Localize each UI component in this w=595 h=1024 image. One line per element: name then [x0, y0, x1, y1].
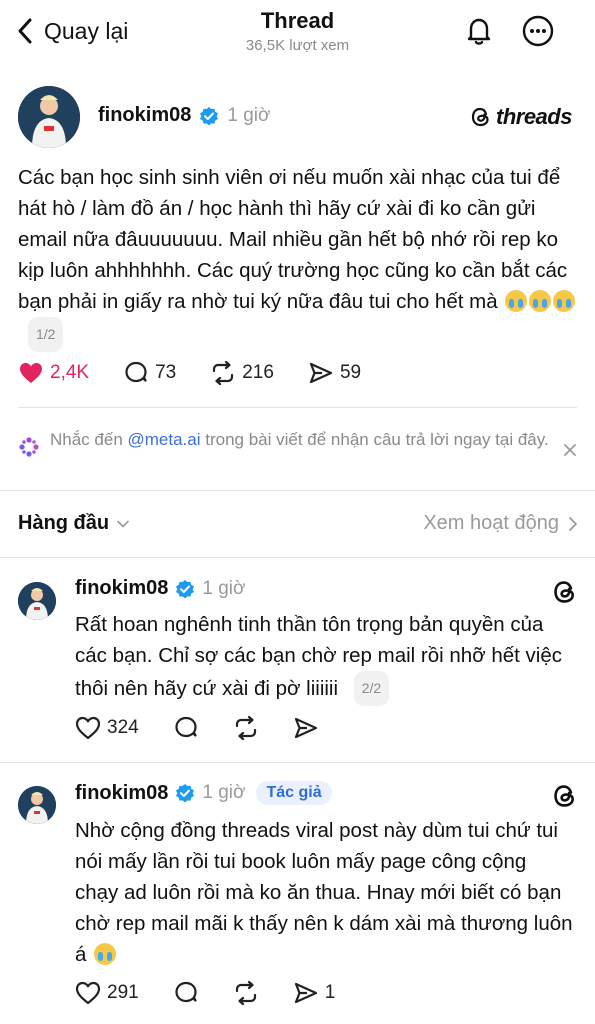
send-icon	[309, 362, 333, 384]
meta-suffix: trong bài viết để nhận câu trả lời ngay …	[200, 430, 549, 449]
avatar-image	[18, 86, 80, 148]
meta-prefix: Nhắc đến	[50, 430, 128, 449]
reply-text: Nhờ cộng đồng threads viral post này dùm…	[75, 819, 573, 966]
close-icon[interactable]	[562, 442, 578, 458]
meta-ai-text: Nhắc đến @meta.ai trong bài viết để nhận…	[50, 428, 560, 452]
comment-icon	[175, 981, 197, 1003]
crying-emoji-icon	[505, 290, 528, 312]
avatar-image	[18, 582, 56, 620]
more-options-icon[interactable]	[521, 14, 555, 48]
verified-badge-icon	[176, 784, 195, 803]
sort-dropdown[interactable]: Hàng đầu	[18, 512, 131, 535]
heart-icon	[75, 716, 101, 740]
reply-avatar[interactable]	[18, 582, 56, 620]
threads-logo-icon	[471, 107, 489, 127]
repost-count: 216	[242, 362, 274, 383]
post-text: Các bạn học sinh sinh viên ơi nếu muốn x…	[18, 166, 568, 313]
like-button[interactable]: 291	[75, 980, 139, 1006]
repost-icon	[235, 715, 256, 741]
comment-icon	[125, 361, 147, 383]
comment-icon	[175, 716, 197, 738]
verified-badge-icon	[200, 106, 219, 125]
bell-icon[interactable]	[462, 14, 496, 48]
repost-icon	[235, 980, 256, 1006]
reply-actions: 291 1	[75, 980, 369, 1006]
send-icon	[294, 982, 317, 1004]
reply-button[interactable]	[173, 980, 199, 1006]
reply-button[interactable]: 73	[123, 360, 176, 386]
heart-filled-icon	[20, 363, 42, 383]
share-count: 1	[324, 982, 336, 1003]
reply-author-row: finokim08 1 giờ	[75, 577, 245, 600]
repost-button[interactable]: 216	[210, 360, 274, 386]
reply-actions: 324	[75, 715, 353, 741]
crying-emoji-icon	[529, 290, 552, 312]
reply-time: 1 giờ	[202, 782, 246, 803]
crying-emoji-icon	[553, 290, 576, 312]
like-button[interactable]: 2,4K	[18, 360, 89, 386]
title-block: Thread 36,5K lượt xem	[0, 8, 595, 54]
view-activity-link[interactable]: Xem hoạt động	[423, 512, 579, 535]
reply-author-row: finokim08 1 giờ Tác giả	[75, 781, 332, 805]
author-username[interactable]: finokim08	[98, 104, 191, 127]
share-button[interactable]: 1	[293, 980, 336, 1006]
send-icon	[294, 717, 317, 739]
sort-label: Hàng đầu	[18, 512, 110, 534]
share-button[interactable]	[293, 715, 319, 741]
divider	[0, 762, 595, 763]
heart-icon	[75, 981, 101, 1005]
reply-username[interactable]: finokim08	[75, 577, 168, 600]
author-avatar[interactable]	[18, 86, 80, 148]
threads-logo-icon[interactable]	[552, 579, 578, 605]
repost-button[interactable]	[233, 980, 259, 1006]
reply-pager: 2/2	[353, 671, 390, 706]
meta-ai-link[interactable]: @meta.ai	[128, 430, 201, 449]
divider	[0, 557, 595, 558]
like-count: 2,4K	[50, 362, 90, 383]
top-bar: Quay lại Thread 36,5K lượt xem	[0, 0, 595, 70]
post-author-row: finokim08 1 giờ	[98, 104, 270, 127]
like-count: 291	[107, 982, 139, 1003]
reply-count: 73	[155, 362, 177, 383]
threads-wordmark: threads	[496, 104, 572, 129]
section-divider	[0, 490, 595, 491]
reply-username[interactable]: finokim08	[75, 782, 168, 805]
post-pager: 1/2	[28, 317, 64, 352]
like-count: 324	[107, 717, 139, 738]
reply-time: 1 giờ	[202, 577, 246, 599]
view-count: 36,5K lượt xem	[245, 37, 350, 54]
reply-body: Rất hoan nghênh tinh thần tôn trọng bản …	[75, 609, 575, 706]
meta-ai-sparkle-icon	[19, 437, 39, 457]
page-title: Thread	[260, 8, 335, 33]
crying-emoji-icon	[94, 943, 117, 965]
divider	[18, 407, 577, 408]
repost-button[interactable]	[233, 715, 259, 741]
share-button[interactable]: 59	[308, 360, 361, 386]
verified-badge-icon	[176, 579, 195, 598]
post-actions: 2,4K 73 216 59	[18, 360, 395, 386]
threads-logo-icon[interactable]	[552, 783, 578, 809]
reply-body: Nhờ cộng đồng threads viral post này dùm…	[75, 815, 575, 970]
avatar-image	[18, 786, 56, 824]
activity-label: Xem hoạt động	[423, 512, 559, 534]
reply-text: Rất hoan nghênh tinh thần tôn trọng bản …	[75, 613, 562, 700]
like-button[interactable]: 324	[75, 715, 139, 741]
threads-brand[interactable]: threads	[470, 104, 572, 130]
share-count: 59	[339, 362, 362, 383]
post-time: 1 giờ	[227, 104, 271, 126]
repost-icon	[213, 360, 234, 386]
reply-button[interactable]	[173, 715, 199, 741]
author-badge: Tác giả	[256, 781, 332, 805]
reply-avatar[interactable]	[18, 786, 56, 824]
chevron-down-icon	[117, 520, 129, 527]
chevron-right-icon	[569, 516, 577, 531]
post-body: Các bạn học sinh sinh viên ơi nếu muốn x…	[18, 162, 583, 352]
